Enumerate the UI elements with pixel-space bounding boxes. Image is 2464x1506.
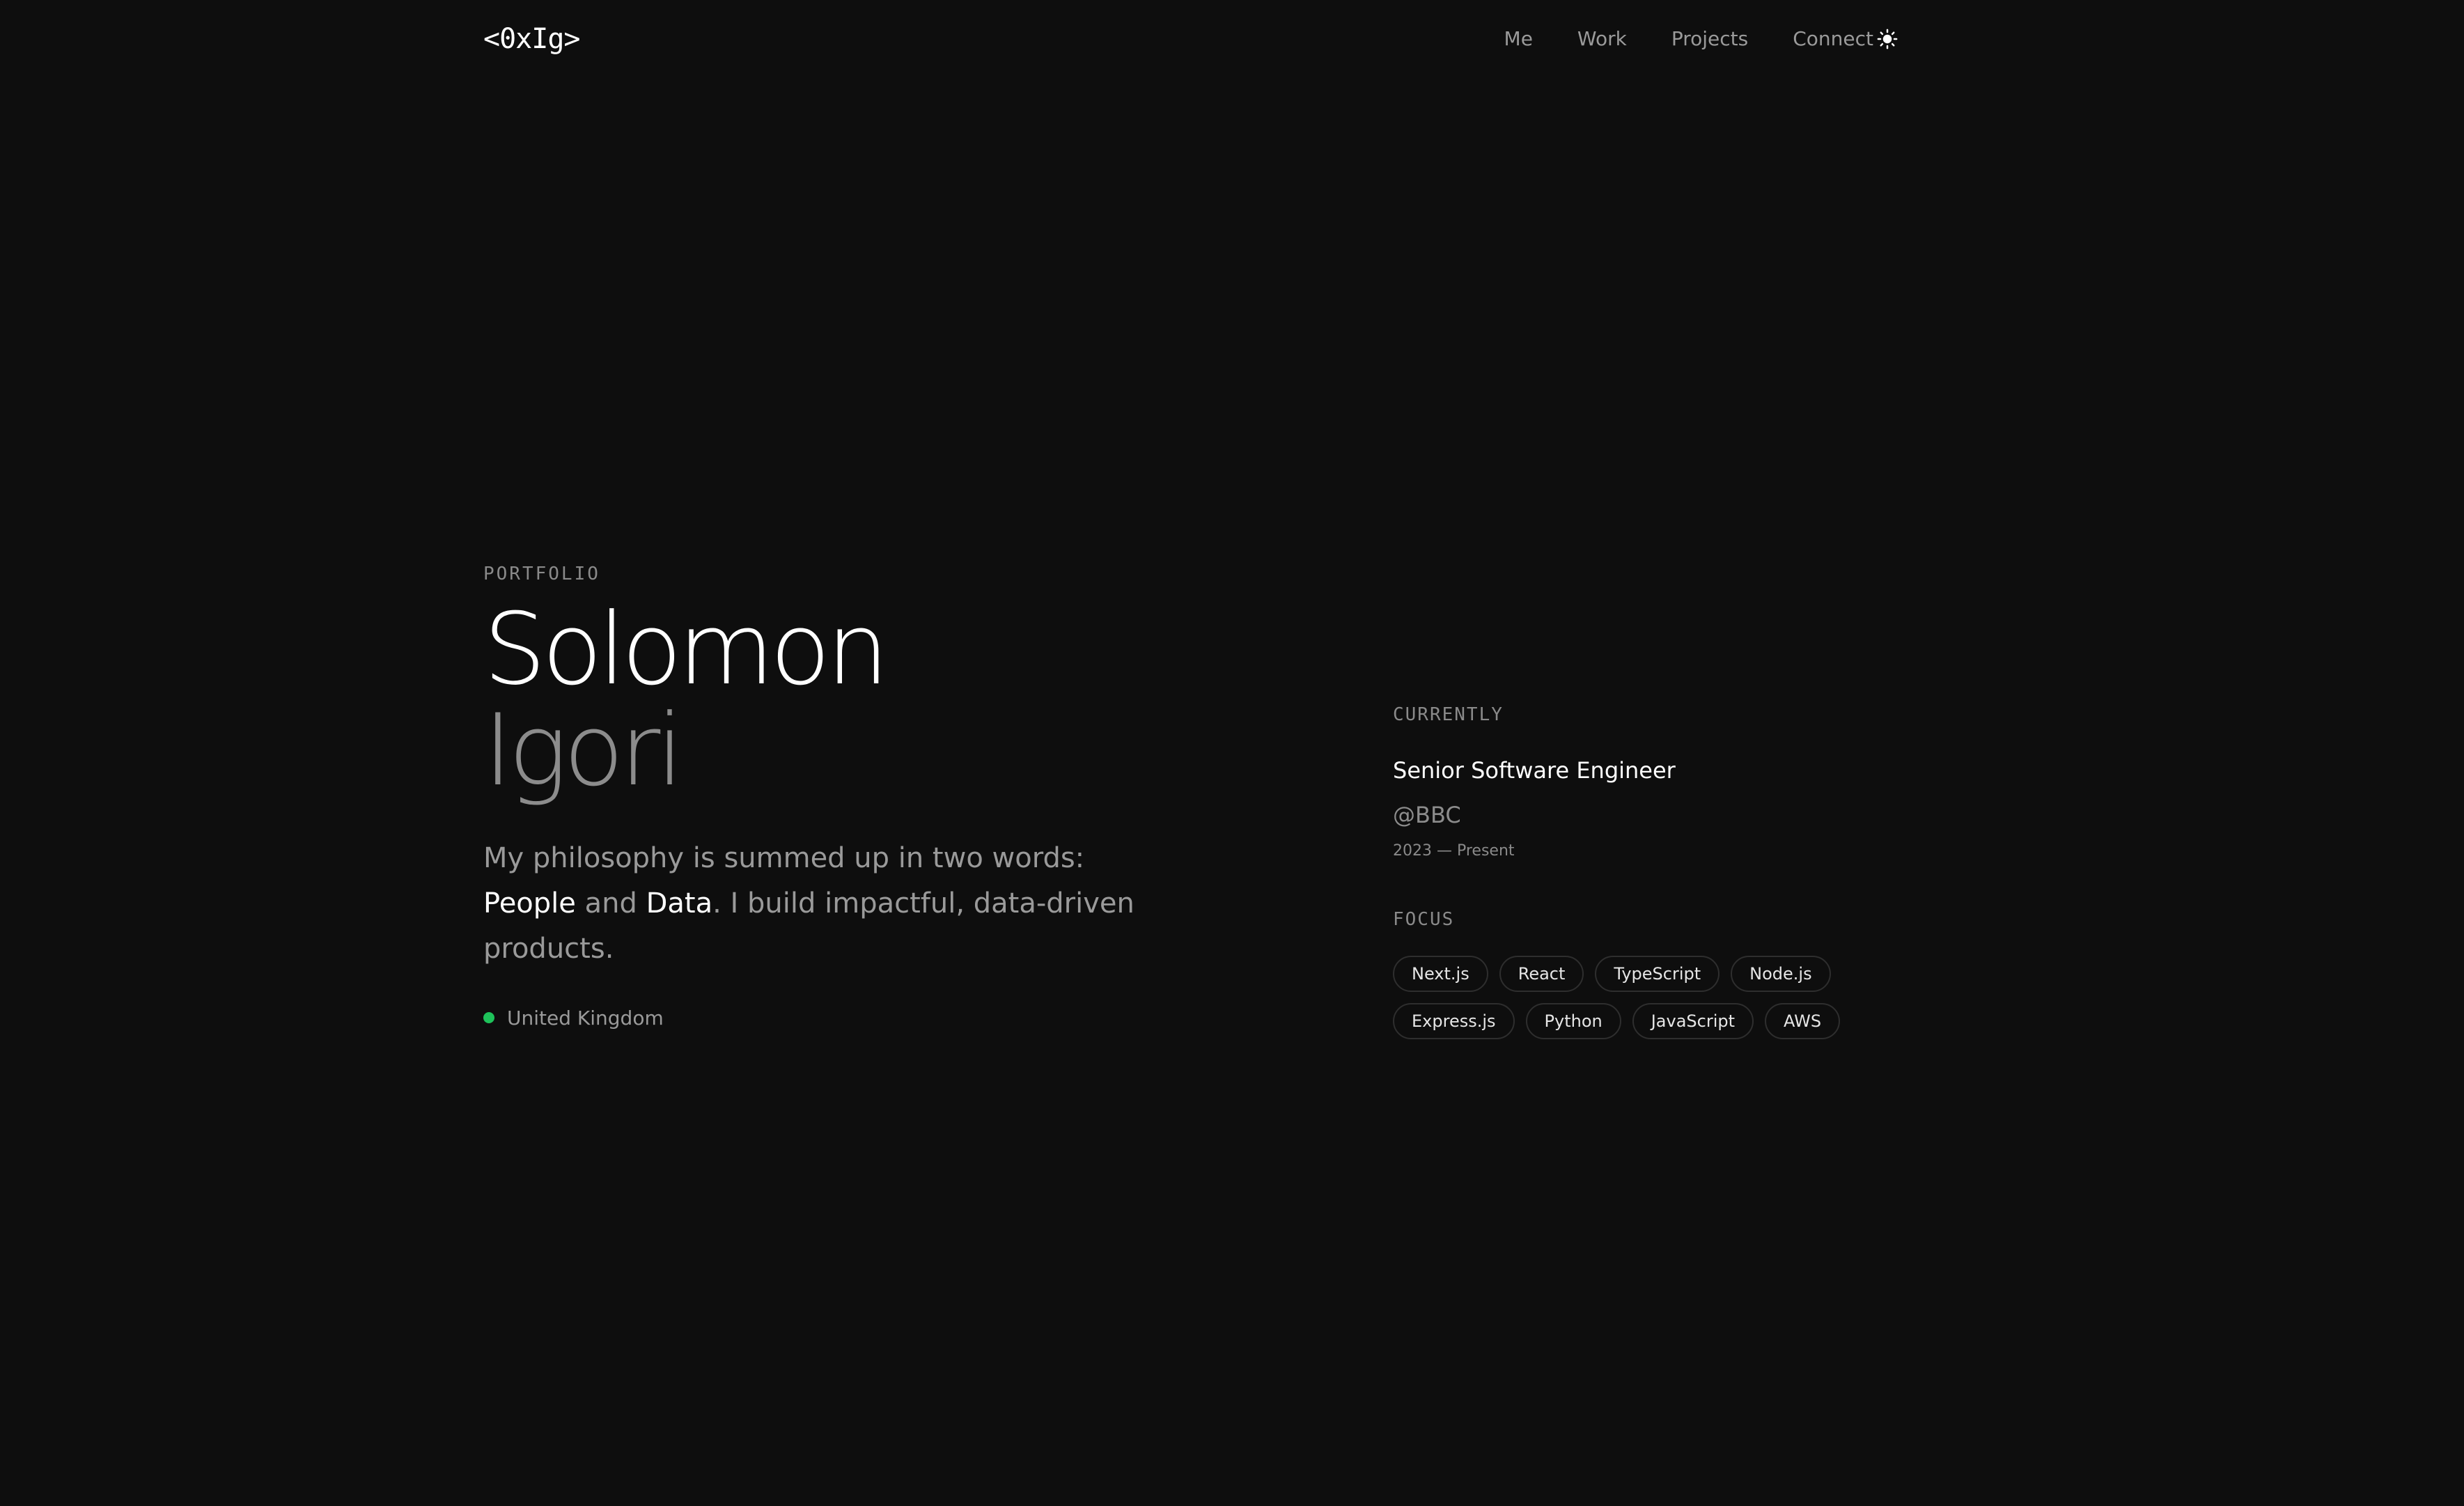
main-nav: Me Work Projects Connect <box>1460 25 1873 53</box>
tag-python: Python <box>1525 1003 1621 1039</box>
site-logo[interactable]: <0xIg> <box>483 20 580 59</box>
tag-nodejs: Node.js <box>1731 956 1831 992</box>
philosophy-word-data: Data <box>646 887 713 919</box>
currently-label: CURRENTLY <box>1393 704 1504 725</box>
nav-link-me[interactable]: Me <box>1504 25 1533 53</box>
philosophy-text: My philosophy is summed up in two words:… <box>483 836 1166 972</box>
portfolio-page: <0xIg> Me Work Projects Connect PORTFOLI… <box>0 0 2464 1506</box>
philosophy-word-people: People <box>483 887 576 919</box>
tag-nextjs: Next.js <box>1393 956 1488 992</box>
sun-icon <box>1877 29 1898 49</box>
focus-tags: Next.js React TypeScript Node.js Express… <box>1393 956 1894 1039</box>
current-period: 2023 — Present <box>1393 842 1515 860</box>
location-status-dot <box>483 1012 494 1023</box>
portfolio-eyebrow: PORTFOLIO <box>483 564 600 584</box>
tag-typescript: TypeScript <box>1595 956 1720 992</box>
tag-react: React <box>1499 956 1584 992</box>
tag-aws: AWS <box>1765 1003 1841 1039</box>
first-name-heading: Solomon <box>483 592 889 707</box>
current-role-panel: CURRENTLY Senior Software Engineer @BBC … <box>1393 701 1922 1039</box>
nav-link-connect[interactable]: Connect <box>1793 25 1873 53</box>
nav-link-work[interactable]: Work <box>1577 25 1627 53</box>
site-header: <0xIg> Me Work Projects Connect <box>0 0 2464 78</box>
tag-javascript: JavaScript <box>1632 1003 1754 1039</box>
nav-link-projects[interactable]: Projects <box>1671 25 1748 53</box>
philosophy-conjunction: and <box>575 887 646 919</box>
tag-expressjs: Express.js <box>1393 1003 1515 1039</box>
current-role: Senior Software Engineer <box>1393 757 1676 784</box>
hero-section: PORTFOLIO Solomon Igori My philosophy is… <box>483 560 1249 1032</box>
focus-label: FOCUS <box>1393 909 1455 930</box>
current-company: @BBC <box>1393 802 1461 828</box>
theme-toggle-button[interactable] <box>1873 25 1901 53</box>
philosophy-intro: My philosophy is summed up in two words: <box>483 842 1085 874</box>
location-text: United Kingdom <box>507 1006 664 1030</box>
location: United Kingdom <box>483 1004 1249 1032</box>
last-name-heading: Igori <box>483 693 684 808</box>
